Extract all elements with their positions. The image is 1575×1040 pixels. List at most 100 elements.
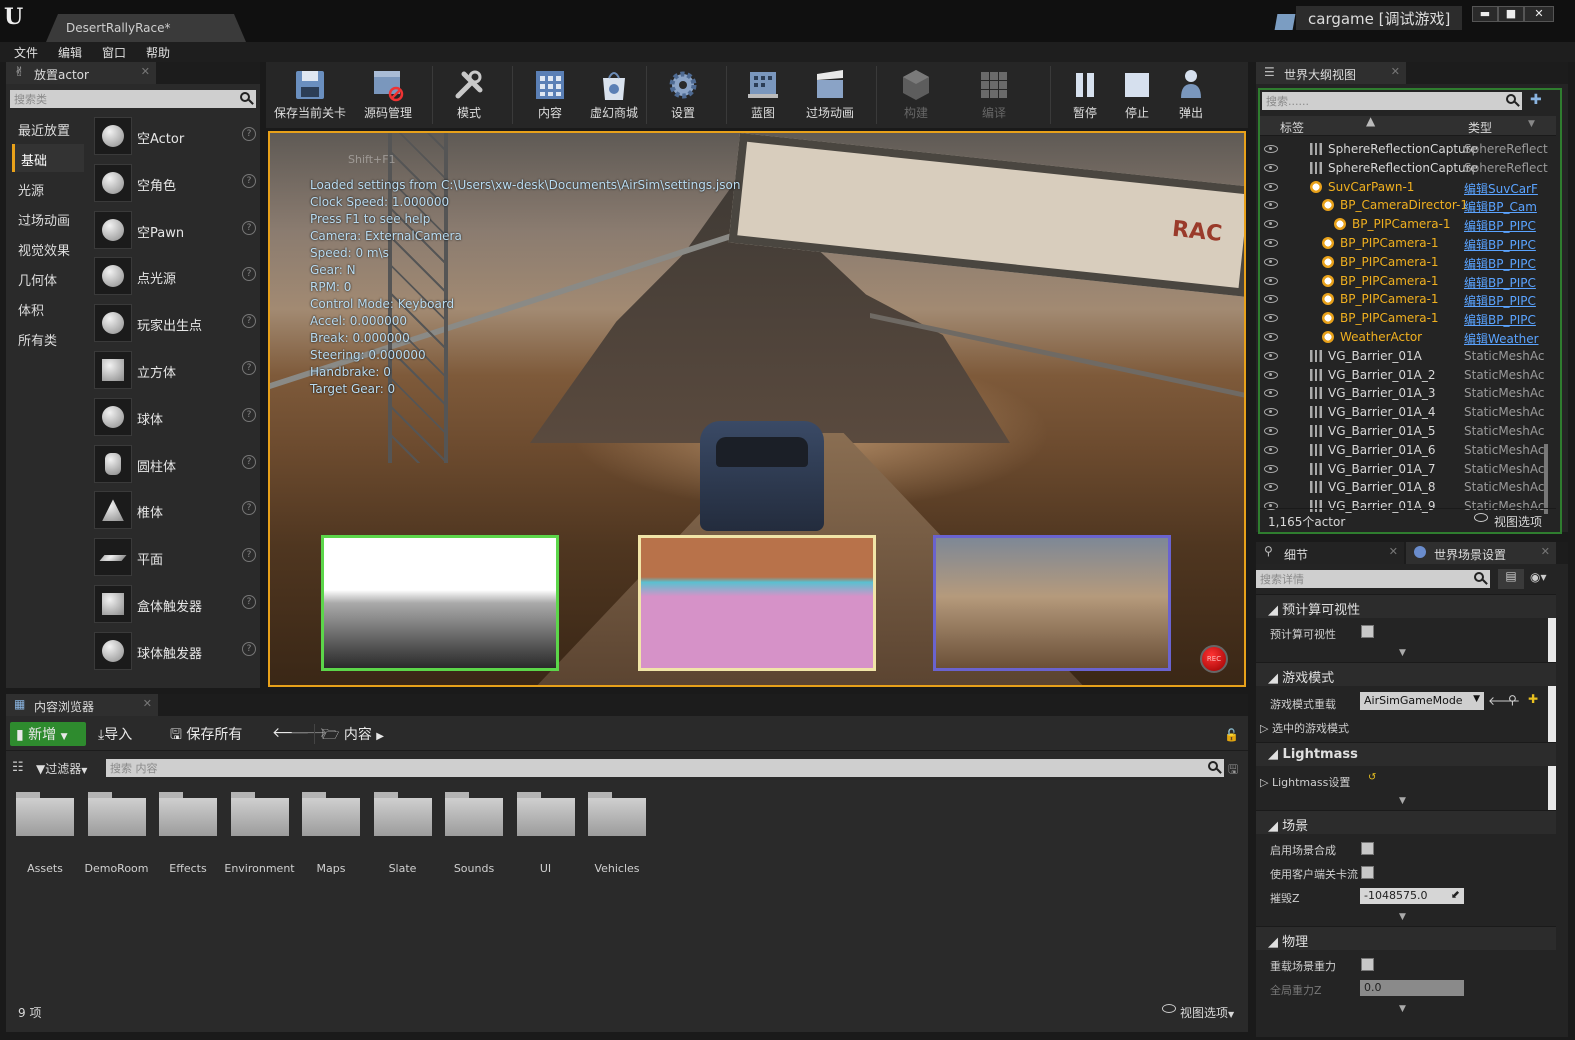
folder-icon[interactable] (302, 792, 360, 836)
marketplace-button[interactable]: 虚幻商城 (578, 62, 650, 128)
category-item[interactable]: 所有类 (12, 324, 84, 352)
folder-icon[interactable] (159, 792, 217, 836)
outliner-row[interactable]: WeatherActor 编辑Weather (1260, 328, 1552, 347)
actor-item[interactable]: 球体? (90, 394, 262, 440)
actor-item[interactable]: 玩家出生点? (90, 300, 262, 346)
visibility-eye-icon[interactable] (1264, 314, 1278, 323)
outliner-row-type[interactable]: 编辑BP_PIPC (1464, 274, 1536, 291)
save-search-icon[interactable]: 🖫 (1228, 760, 1238, 781)
record-button[interactable]: REC (1200, 645, 1228, 673)
outliner-row[interactable]: SuvCarPawn-1 编辑SuvCarF (1260, 178, 1552, 197)
add-filter-icon[interactable]: ✚ (1530, 92, 1552, 110)
outliner-row-type[interactable]: 编辑SuvCarF (1464, 180, 1538, 197)
maximize-button[interactable]: ■ (1498, 6, 1524, 22)
add-icon[interactable]: ✚ (1528, 692, 1538, 706)
actor-item[interactable]: 球体触发器? (90, 628, 262, 674)
outliner-row[interactable]: BP_PIPCamera-1 编辑BP_PIPC (1260, 272, 1552, 291)
compile-button[interactable]: 编译 (960, 62, 1028, 128)
actor-item[interactable]: 空Pawn? (90, 207, 262, 253)
enable-world-composition-checkbox[interactable] (1361, 842, 1374, 855)
outliner-row-type[interactable]: 编辑BP_PIPC (1464, 292, 1536, 309)
save-level-button[interactable]: 保存当前关卡 (270, 62, 350, 128)
level-viewport[interactable]: RAC Shift+F1 Loaded settings from C:\Use… (268, 131, 1246, 687)
stop-button[interactable]: 停止 (1112, 62, 1162, 128)
class-search-input[interactable]: 搜索类 (10, 90, 256, 108)
visibility-eye-icon[interactable] (1264, 201, 1278, 210)
physics-section[interactable]: ◢ 物理 (1256, 926, 1556, 950)
folder-icon[interactable] (230, 792, 289, 836)
outliner-row[interactable]: VG_Barrier_01A_8 StaticMeshAc (1260, 478, 1552, 497)
visibility-eye-icon[interactable] (1264, 163, 1278, 172)
folder-label[interactable]: Sounds (438, 862, 510, 875)
blueprints-button[interactable]: 蓝图 (730, 62, 796, 128)
outliner-row-type[interactable]: 编辑BP_PIPC (1464, 217, 1536, 234)
visibility-eye-icon[interactable] (1264, 389, 1278, 398)
category-item[interactable]: 视觉效果 (12, 234, 84, 262)
expand-chevron-icon[interactable]: ▼ (1399, 648, 1411, 658)
category-item[interactable]: 体积 (12, 294, 84, 322)
visibility-eye-icon[interactable] (1264, 333, 1278, 341)
outliner-row[interactable]: VG_Barrier_01A_6 StaticMeshAc (1260, 441, 1552, 460)
actor-item[interactable]: 立方体? (90, 347, 262, 393)
outliner-row[interactable]: SphereReflectionCapture SphereReflect (1260, 159, 1552, 178)
visibility-eye-icon[interactable] (1264, 276, 1278, 285)
content-button[interactable]: 内容 (518, 62, 582, 128)
help-icon[interactable]: ? (242, 454, 256, 469)
sources-toggle-icon[interactable]: ☷ (12, 760, 24, 775)
outliner-row[interactable]: VG_Barrier_01A_7 StaticMeshAc (1260, 460, 1552, 479)
browse-icon[interactable]: ⚲ (1508, 693, 1517, 707)
property-matrix-icon[interactable]: ▤ (1498, 569, 1524, 589)
outliner-view-options[interactable]: 视图选项 (1494, 513, 1542, 530)
client-side-streaming-checkbox[interactable] (1361, 866, 1374, 879)
outliner-row[interactable]: BP_CameraDirector-1 编辑BP_Cam (1260, 196, 1552, 215)
help-icon[interactable]: ? (242, 220, 256, 235)
label-column-header[interactable]: 标签 (1280, 119, 1304, 136)
help-icon[interactable]: ? (242, 314, 256, 329)
outliner-row[interactable]: BP_PIPCamera-1 编辑BP_PIPC (1260, 234, 1552, 253)
actor-item[interactable]: 点光源? (90, 253, 262, 299)
folder-icon[interactable] (516, 792, 575, 836)
close-icon[interactable]: ✕ (1541, 545, 1550, 558)
visibility-eye-icon[interactable] (1264, 295, 1278, 304)
visibility-eye-icon[interactable] (1264, 220, 1278, 229)
settings-button[interactable]: 设置 (650, 62, 716, 128)
help-icon[interactable]: ? (242, 127, 256, 141)
outliner-row-type[interactable]: 编辑BP_PIPC (1464, 311, 1536, 328)
path-breadcrumb[interactable]: 🗁 内容 ▶ (322, 724, 384, 748)
actor-item[interactable]: 空角色? (90, 160, 262, 206)
outliner-row-type[interactable]: 编辑BP_Cam (1464, 198, 1537, 215)
close-icon[interactable]: ✕ (141, 65, 150, 78)
visibility-eye-icon[interactable] (1264, 351, 1278, 360)
folder-label[interactable]: DemoRoom (81, 862, 153, 875)
actor-item[interactable]: 盒体触发器? (90, 581, 262, 627)
game-mode-section[interactable]: ◢ 游戏模式 (1256, 662, 1556, 686)
menu-help[interactable]: 帮助 (146, 44, 170, 61)
visibility-eye-icon[interactable] (1264, 464, 1278, 473)
visibility-eye-icon[interactable] (1264, 427, 1278, 435)
close-icon[interactable]: ✕ (1391, 65, 1400, 78)
eye-dropdown-icon[interactable]: ◉▾ (1530, 570, 1560, 588)
level-document-tab[interactable]: DesertRallyRace* (46, 14, 246, 42)
help-icon[interactable]: ? (242, 407, 256, 422)
menu-edit[interactable]: 编辑 (58, 44, 82, 61)
menu-window[interactable]: 窗口 (102, 44, 126, 61)
menu-file[interactable]: 文件 (14, 44, 38, 61)
precomputed-visibility-section[interactable]: ◢ 预计算可视性 (1256, 594, 1556, 618)
details-tab[interactable]: ⚲ 细节 ✕ (1256, 542, 1404, 564)
folder-label[interactable]: UI (510, 862, 582, 875)
visibility-eye-icon[interactable] (1264, 257, 1278, 266)
actor-item[interactable]: 平面? (90, 534, 262, 580)
visibility-eye-icon[interactable] (1264, 483, 1278, 492)
folder-label[interactable]: Environment (224, 862, 296, 875)
pause-button[interactable]: 暂停 (1060, 62, 1110, 128)
content-search-input[interactable]: 搜索 内容 (106, 759, 1224, 777)
outliner-row[interactable]: VG_Barrier_01A_2 StaticMeshAc (1260, 366, 1552, 385)
help-icon[interactable]: ? (242, 173, 256, 188)
precomputed-visibility-checkbox[interactable] (1361, 625, 1374, 638)
visibility-eye-icon[interactable] (1264, 182, 1278, 191)
content-browser-tab[interactable]: ▦ 内容浏览器 ✕ (6, 694, 158, 716)
folder-icon[interactable] (445, 792, 503, 836)
outliner-row[interactable]: VG_Barrier_01A_4 StaticMeshAc (1260, 403, 1552, 422)
chevron-down-icon[interactable]: ▼ (1528, 119, 1535, 129)
close-icon[interactable]: ✕ (1389, 545, 1398, 558)
